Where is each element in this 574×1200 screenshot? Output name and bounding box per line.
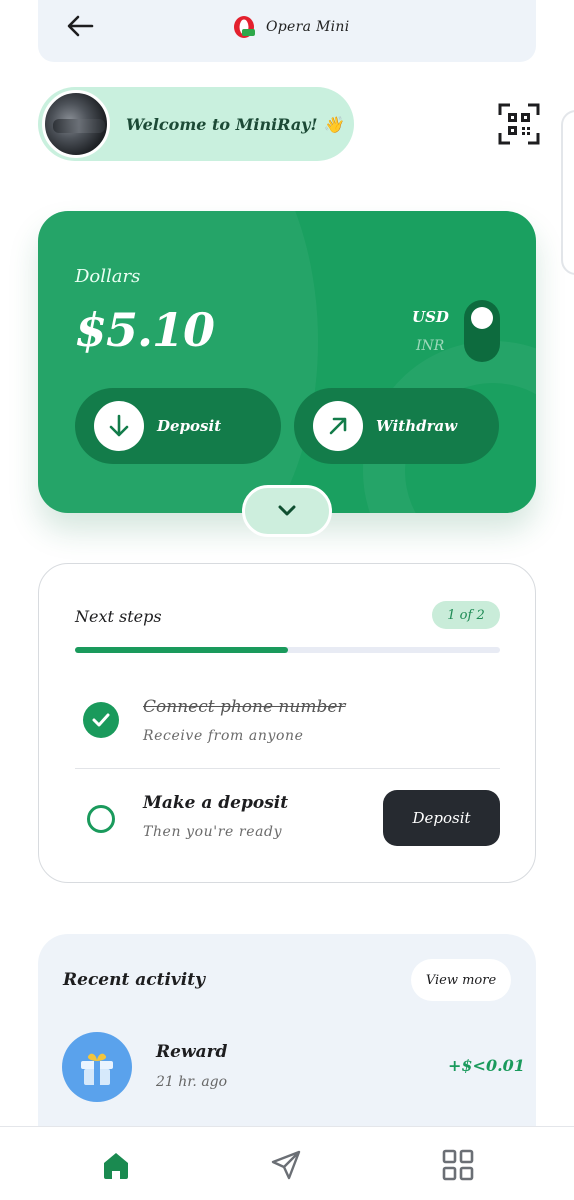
step-deposit-button[interactable]: Deposit: [383, 790, 500, 846]
currency-label: Dollars: [75, 266, 141, 287]
home-icon[interactable]: [98, 1147, 134, 1183]
step-title: Connect phone number: [143, 697, 346, 717]
next-steps-title: Next steps: [75, 607, 162, 626]
app-screen: Opera Mini Welcome to MiniRay! 👋 Dollars…: [0, 0, 574, 1200]
activity-time: 21 hr. ago: [156, 1074, 228, 1090]
view-more-button[interactable]: View more: [411, 959, 511, 1001]
recent-activity-title: Recent activity: [63, 970, 205, 990]
step-subtitle: Then you're ready: [143, 824, 283, 840]
activity-title: Reward: [156, 1042, 228, 1062]
apps-grid-icon[interactable]: [440, 1147, 476, 1183]
next-steps-panel: Next steps 1 of 2 Connect phone number R…: [38, 563, 536, 883]
bottom-navigation: [0, 1126, 574, 1200]
divider: [75, 768, 500, 769]
browser-app-name: Opera Mini: [266, 19, 350, 35]
welcome-text: Welcome to MiniRay! 👋: [126, 114, 343, 134]
expand-card-button[interactable]: [242, 485, 332, 537]
opera-logo-icon: [234, 16, 255, 38]
arrow-down-icon: [94, 401, 144, 451]
back-arrow-icon[interactable]: [64, 10, 96, 42]
deposit-button[interactable]: Deposit: [75, 388, 281, 464]
side-panel-edge: [561, 110, 574, 275]
balance-card: Dollars $5.10 USD INR Deposit Withdraw: [38, 211, 536, 513]
avatar[interactable]: [42, 90, 110, 158]
chevron-down-icon: [278, 505, 296, 516]
toggle-knob: [471, 307, 493, 329]
withdraw-label: Withdraw: [376, 417, 458, 435]
send-icon[interactable]: [268, 1147, 304, 1183]
empty-circle-icon: [87, 805, 115, 833]
currency-toggle[interactable]: [464, 300, 500, 362]
withdraw-button[interactable]: Withdraw: [294, 388, 499, 464]
progress-badge: 1 of 2: [432, 601, 500, 629]
welcome-banner: Welcome to MiniRay! 👋: [38, 87, 354, 161]
currency-option-inr[interactable]: INR: [416, 338, 444, 354]
deposit-label: Deposit: [157, 417, 222, 435]
progress-bar-fill: [75, 647, 288, 653]
gift-icon: [62, 1032, 132, 1102]
browser-top-bar: Opera Mini: [38, 0, 536, 62]
card-decoration: [38, 211, 318, 513]
currency-option-usd[interactable]: USD: [412, 308, 449, 326]
step-subtitle: Receive from anyone: [143, 728, 304, 744]
check-circle-icon: [83, 702, 119, 738]
arrow-up-right-icon: [313, 401, 363, 451]
progress-bar: [75, 647, 500, 653]
balance-amount: $5.10: [75, 303, 215, 357]
step-title: Make a deposit: [143, 793, 289, 813]
activity-amount: +$<0.01: [448, 1056, 525, 1075]
opera-mini-brand: Opera Mini: [232, 15, 350, 39]
qr-scan-icon[interactable]: [498, 103, 540, 145]
